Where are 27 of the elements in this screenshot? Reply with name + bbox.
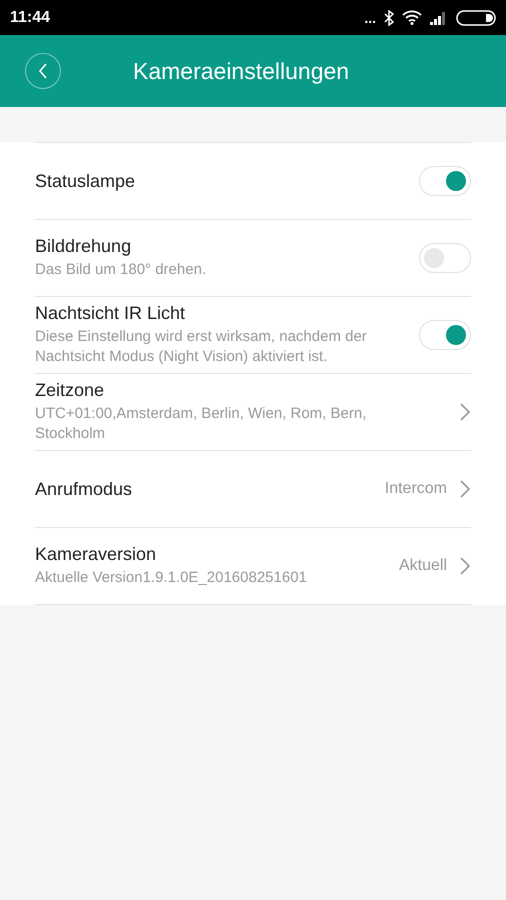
bluetooth-icon — [384, 10, 394, 26]
setting-value: Aktuell — [398, 557, 447, 575]
clock-time: 11:44 — [10, 8, 50, 26]
toggle-switch[interactable] — [419, 243, 471, 273]
page-title: Kameraeinstellungen — [133, 58, 350, 84]
setting-title: Anrufmodus — [35, 478, 134, 500]
toggle-switch[interactable] — [419, 320, 471, 350]
setting-description: Diese Einstellung wird erst wirksam, nachdem der Nachtsicht Modus (Night Vision) aktiviert ist. — [35, 327, 368, 367]
notification-dots: ... — [364, 10, 376, 24]
setting-value: Intercom — [384, 480, 447, 498]
signal-icon — [430, 10, 448, 24]
chevron-right-icon[interactable] — [459, 479, 471, 499]
setting-title: Zeitzone — [35, 380, 106, 401]
setting-title: Bilddrehung — [35, 236, 132, 257]
setting-title: Statuslampe — [35, 170, 136, 192]
chevron-left-icon — [37, 62, 49, 80]
wifi-icon — [402, 10, 422, 25]
battery-icon — [456, 10, 496, 26]
toggle-switch[interactable] — [419, 166, 471, 196]
chevron-right-icon[interactable] — [459, 556, 471, 576]
setting-description: Aktuelle Version1.9.1.0E_201608251601 — [35, 568, 308, 588]
setting-title: Nachtsicht IR Licht — [35, 303, 186, 324]
setting-description: Das Bild um 180° drehen. — [35, 260, 208, 280]
chevron-right-icon[interactable] — [459, 402, 471, 422]
setting-description: UTC+01:00,Amsterdam, Berlin, Wien, Rom, Bern, Stockholm — [35, 404, 368, 444]
setting-title: Kameraversion — [35, 544, 158, 565]
back-button[interactable] — [25, 53, 61, 89]
